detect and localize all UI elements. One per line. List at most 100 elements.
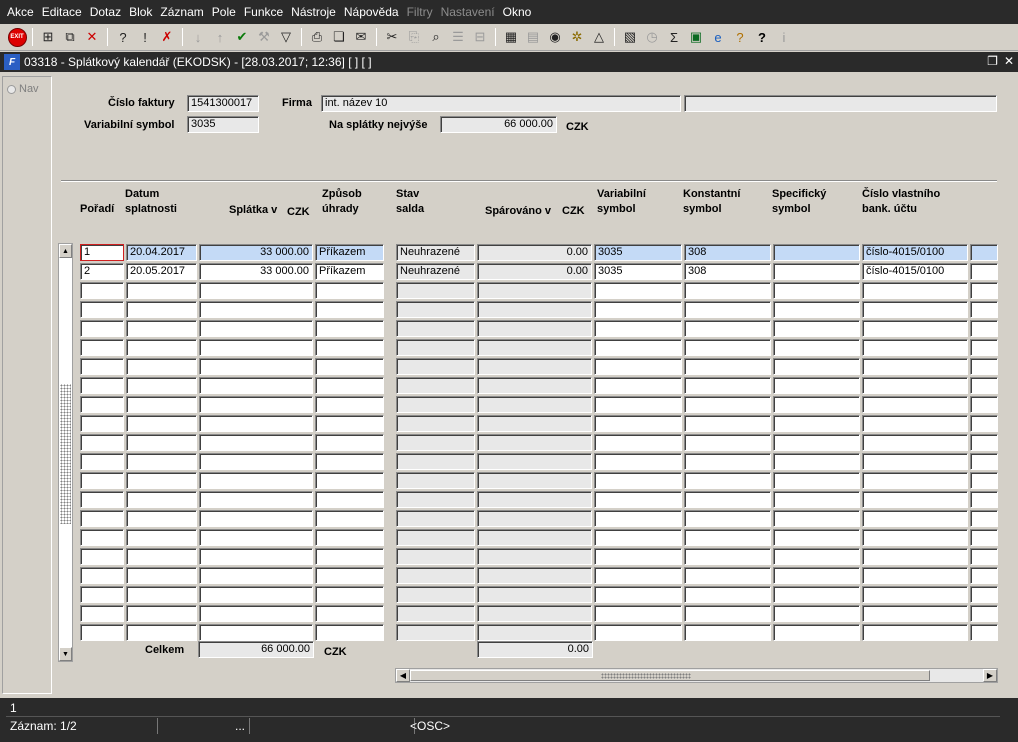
cell-poradi[interactable] [80, 415, 124, 432]
cell-stav[interactable] [396, 491, 475, 508]
cell-konst[interactable] [684, 301, 771, 318]
cell-spec[interactable] [773, 605, 860, 622]
context-help-icon[interactable]: ? [751, 26, 773, 48]
cell-extra[interactable] [970, 586, 998, 603]
cell-stav[interactable] [396, 624, 475, 641]
cell-spec[interactable] [773, 320, 860, 337]
cell-ucet[interactable] [862, 453, 968, 470]
cell-datum[interactable] [126, 529, 197, 546]
cell-datum[interactable] [126, 434, 197, 451]
cell-poradi[interactable] [80, 301, 124, 318]
cell-poradi[interactable]: 2 [80, 263, 124, 280]
cell-splatka[interactable] [199, 529, 313, 546]
cell-spec[interactable] [773, 434, 860, 451]
tree-icon[interactable]: ⊟ [469, 26, 491, 48]
cell-stav[interactable] [396, 605, 475, 622]
cell-var[interactable] [594, 396, 682, 413]
cell-var[interactable] [594, 339, 682, 356]
menu-blok[interactable]: Blok [126, 5, 155, 19]
copy-page-icon[interactable]: ❏ [328, 26, 350, 48]
cell-poradi[interactable] [80, 434, 124, 451]
cell-var[interactable] [594, 282, 682, 299]
cell-spec[interactable] [773, 491, 860, 508]
cell-spec[interactable] [773, 529, 860, 546]
info-icon[interactable]: i [773, 26, 795, 48]
cell-ucet[interactable] [862, 415, 968, 432]
horizontal-scrollbar[interactable]: ◀ ▶ [395, 668, 998, 683]
cell-ucet[interactable] [862, 567, 968, 584]
cell-splatka[interactable] [199, 282, 313, 299]
cell-zpusob[interactable] [315, 586, 384, 603]
cell-splatka[interactable] [199, 548, 313, 565]
cell-sparovano[interactable]: 0.00 [477, 263, 592, 280]
cell-extra[interactable] [970, 472, 998, 489]
gear-icon[interactable]: ✲ [566, 26, 588, 48]
cell-var[interactable] [594, 548, 682, 565]
cell-sparovano[interactable] [477, 491, 592, 508]
vertical-scrollbar[interactable]: ▲ ▼ [58, 243, 73, 662]
cell-poradi[interactable] [80, 510, 124, 527]
cell-ucet[interactable] [862, 529, 968, 546]
cell-ucet[interactable] [862, 548, 968, 565]
cell-poradi[interactable] [80, 339, 124, 356]
cell-zpusob[interactable] [315, 472, 384, 489]
cell-splatka[interactable] [199, 567, 313, 584]
cell-var[interactable] [594, 320, 682, 337]
cell-splatka[interactable] [199, 453, 313, 470]
cell-var[interactable]: 3035 [594, 263, 682, 280]
cell-stav[interactable]: Neuhrazené [396, 263, 475, 280]
cell-splatka[interactable] [199, 472, 313, 489]
menu-editace[interactable]: Editace [39, 5, 85, 19]
cell-sparovano[interactable] [477, 624, 592, 641]
cell-datum[interactable] [126, 605, 197, 622]
invoice-field[interactable]: 1541300017 [187, 95, 259, 112]
cell-stav[interactable] [396, 358, 475, 375]
cell-extra[interactable] [970, 434, 998, 451]
cut-icon[interactable]: ✂ [381, 26, 403, 48]
cell-poradi[interactable] [80, 567, 124, 584]
cell-spec[interactable] [773, 453, 860, 470]
cell-poradi[interactable] [80, 453, 124, 470]
cell-spec[interactable] [773, 415, 860, 432]
scroll-left-icon[interactable]: ◀ [396, 669, 410, 682]
cell-var[interactable]: 3035 [594, 244, 682, 261]
insert-record-icon[interactable]: ⊞ [37, 26, 59, 48]
cell-ucet[interactable] [862, 320, 968, 337]
cell-splatka[interactable] [199, 434, 313, 451]
cell-konst[interactable] [684, 605, 771, 622]
cell-extra[interactable] [970, 320, 998, 337]
cell-datum[interactable]: 20.04.2017 [126, 244, 197, 261]
cell-zpusob[interactable] [315, 320, 384, 337]
cell-spec[interactable] [773, 396, 860, 413]
cell-sparovano[interactable] [477, 510, 592, 527]
cell-zpusob[interactable] [315, 453, 384, 470]
cell-splatka[interactable] [199, 415, 313, 432]
cell-spec[interactable] [773, 624, 860, 641]
menu-pole[interactable]: Pole [209, 5, 239, 19]
cell-sparovano[interactable] [477, 282, 592, 299]
restore-icon[interactable]: ❐ [987, 54, 998, 68]
cell-extra[interactable] [970, 624, 998, 641]
cell-datum[interactable] [126, 396, 197, 413]
cell-sparovano[interactable]: 0.00 [477, 244, 592, 261]
delete-record-icon[interactable]: ✕ [81, 26, 103, 48]
menu-napoveda[interactable]: Nápověda [341, 5, 402, 19]
cell-sparovano[interactable] [477, 548, 592, 565]
cell-zpusob[interactable]: Příkazem [315, 263, 384, 280]
cell-splatka[interactable]: 33 000.00 [199, 244, 313, 261]
help-icon[interactable]: ? [729, 26, 751, 48]
cell-var[interactable] [594, 434, 682, 451]
cell-konst[interactable] [684, 472, 771, 489]
hscroll-thumb[interactable] [410, 670, 930, 681]
cell-konst[interactable] [684, 567, 771, 584]
cell-konst[interactable] [684, 529, 771, 546]
search-icon[interactable]: ⌕ [425, 26, 447, 48]
close-icon[interactable]: ✕ [1004, 54, 1014, 68]
cell-stav[interactable] [396, 586, 475, 603]
cell-datum[interactable] [126, 282, 197, 299]
cell-splatka[interactable] [199, 624, 313, 641]
scroll-down-icon[interactable]: ▼ [59, 647, 72, 661]
cell-ucet[interactable] [862, 586, 968, 603]
cell-sparovano[interactable] [477, 358, 592, 375]
cell-spec[interactable] [773, 548, 860, 565]
